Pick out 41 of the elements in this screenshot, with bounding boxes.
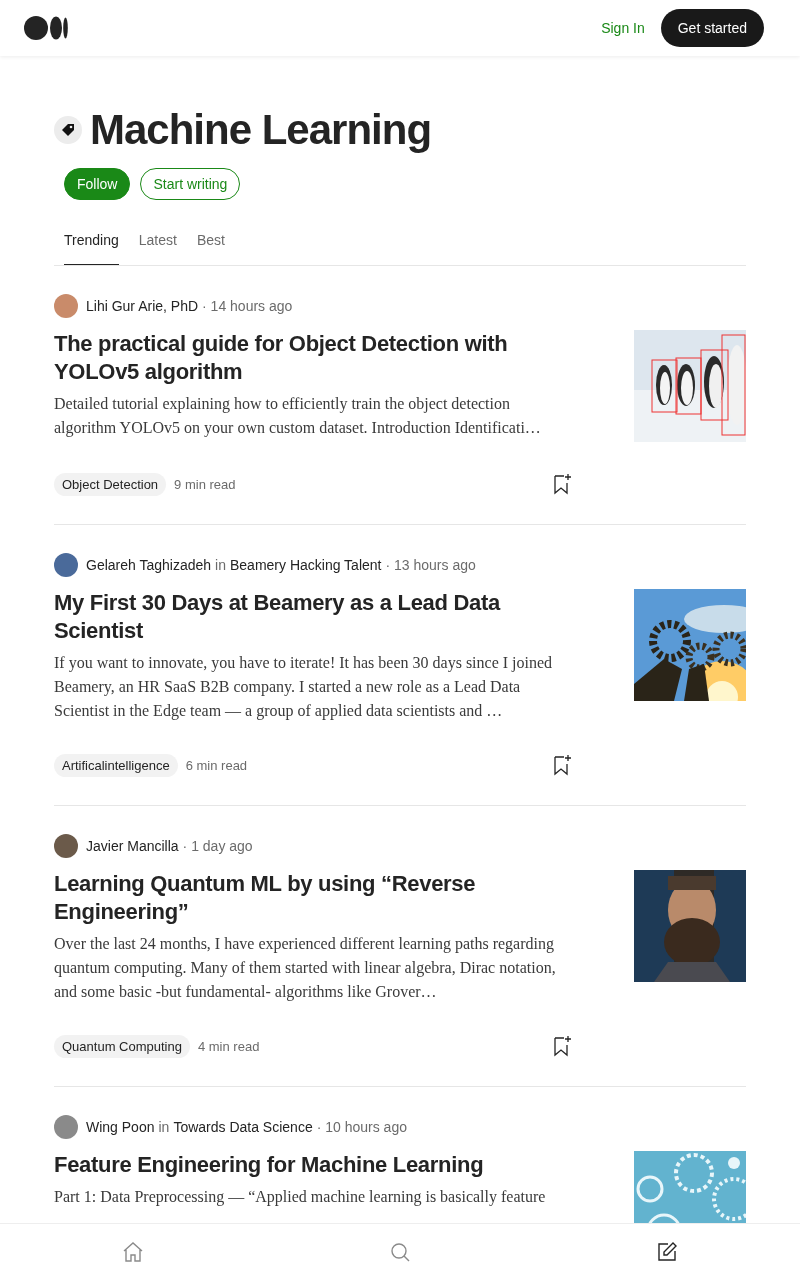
author-name[interactable]: Wing Poon — [86, 1119, 155, 1135]
tab[interactable]: Best — [196, 224, 225, 265]
author-avatar[interactable] — [54, 294, 78, 318]
read-time: 4 min read — [197, 1038, 260, 1054]
tab[interactable]: Trending — [64, 224, 119, 265]
post-time: · 13 hours ago — [385, 557, 476, 573]
post-time: · 1 day ago — [182, 838, 253, 854]
author-name[interactable]: Javier Mancilla — [86, 838, 179, 854]
topic-tag[interactable]: Object Detection — [54, 472, 167, 496]
start-writing-button[interactable]: Start writing — [140, 168, 241, 200]
read-time: 6 min read — [185, 757, 248, 773]
article-title[interactable]: Learning Quantum ML by using “Reverse Engineering” — [54, 870, 574, 926]
post-time: · 10 hours ago — [316, 1119, 407, 1135]
article-excerpt: Over the last 24 months, I have experienced different learning paths regarding quantum computing. Many of them started with linear algebra, Dirac notation, and some basic -but fundamental- algorithms like Grover… — [54, 934, 557, 1003]
author-avatar[interactable] — [54, 1115, 78, 1139]
read-time: 9 min read — [174, 476, 236, 492]
article-title[interactable]: Feature Engineering for Machine Learning — [54, 1151, 574, 1179]
logo-icon[interactable] — [24, 15, 68, 41]
author-avatar[interactable] — [54, 834, 78, 858]
article-title[interactable]: The practical guide for Object Detection with YOLOv5 algorithm — [54, 330, 574, 386]
article-excerpt: If you want to innovate, you have to iterate! It has been 30 days since I joined Beamery, an HR SaaS B2B company. I started a new role as a Lead Data Scientist in the Edge team — a group of applied data scientists and … — [54, 653, 554, 722]
tab[interactable]: Latest — [138, 224, 177, 265]
article-excerpt: Detailed tutorial explaining how to efficiently train the object detection algorithm YOLOv5 on your own custom dataset. Introduction Identificati… — [54, 394, 542, 439]
author-name[interactable]: Gelareh Taghizadeh — [86, 557, 212, 573]
topic-tag[interactable]: Quantum Computing — [54, 1034, 190, 1058]
post-time: · 14 hours ago — [202, 298, 293, 314]
publication-name[interactable]: Beamery Hacking Talent — [229, 557, 382, 573]
author-name[interactable]: Lihi Gur Arie, PhD — [86, 298, 199, 314]
get-started-button[interactable]: Get started — [660, 9, 764, 47]
follow-button[interactable]: Follow — [64, 168, 131, 200]
article-title[interactable]: My First 30 Days at Beamery as a Lead Data Scientist — [54, 589, 574, 645]
article-excerpt: Part 1: Data Preprocessing — “Applied machine learning is basically feature — [54, 1187, 547, 1208]
in-label: in — [158, 1119, 170, 1135]
topic-title: Machine Learning — [90, 106, 432, 154]
topic-tag[interactable]: Artificalintelligence — [54, 753, 178, 777]
tag-icon — [54, 116, 82, 144]
author-avatar[interactable] — [54, 553, 78, 577]
publication-name[interactable]: Towards Data Science — [173, 1119, 313, 1135]
search-icon[interactable] — [388, 1240, 412, 1264]
sign-in-link[interactable]: Sign In — [601, 20, 645, 36]
in-label: in — [215, 557, 226, 573]
